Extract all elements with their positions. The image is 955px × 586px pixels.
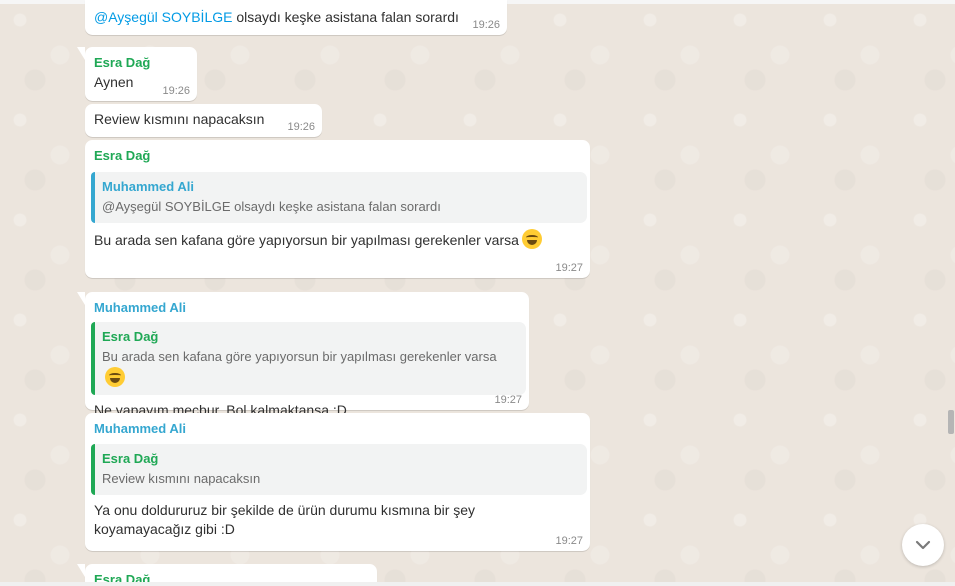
sender-name[interactable]: Esra Dağ bbox=[94, 53, 190, 73]
message-time: 19:27 bbox=[555, 262, 583, 274]
quoted-sender: Muhammed Ali bbox=[102, 179, 194, 194]
message-bubble[interactable]: Muhammed Ali Esra Dağ Bu arada sen kafan… bbox=[77, 292, 529, 418]
quoted-body: Bu arada sen kafana göre yapıyorsun bir … bbox=[102, 349, 497, 364]
sender-name[interactable]: Muhammed Ali bbox=[94, 419, 583, 439]
scrollbar-thumb[interactable] bbox=[948, 410, 954, 434]
face-with-tears-of-joy-icon bbox=[105, 367, 125, 387]
quoted-sender: Esra Dağ bbox=[102, 329, 159, 344]
scrollbar[interactable] bbox=[947, 0, 955, 586]
face-with-tears-of-joy-icon bbox=[521, 229, 542, 249]
message-time: 19:27 bbox=[494, 394, 522, 406]
chevron-down-icon bbox=[915, 540, 931, 550]
quoted-message[interactable]: Esra Dağ Review kısmını napacaksın bbox=[91, 444, 587, 495]
message-text: Review kısmını napacaksın bbox=[94, 111, 265, 127]
message-text: @Ayşegül SOYBİLGE olsaydı keşke asistana… bbox=[94, 6, 500, 27]
message-time: 19:27 bbox=[555, 535, 583, 547]
mention-link[interactable]: @Ayşegül SOYBİLGE bbox=[94, 9, 232, 25]
message-time: 19:26 bbox=[287, 121, 315, 133]
quoted-text: Review kısmını napacaksın bbox=[102, 471, 261, 486]
message-bubble[interactable]: Esra Dağ Muhammed Ali @Ayşegül SOYBİLGE … bbox=[85, 140, 590, 278]
quoted-text: Bu arada sen kafana göre yapıyorsun bir … bbox=[102, 347, 516, 389]
message-text: Bu arada sen kafana göre yapıyorsun bir … bbox=[94, 229, 583, 250]
message-body: olsaydı keşke asistana falan sorardı bbox=[232, 9, 459, 25]
quoted-message[interactable]: Esra Dağ Bu arada sen kafana göre yapıyo… bbox=[91, 322, 526, 395]
message-bubble[interactable]: @Ayşegül SOYBİLGE olsaydı keşke asistana… bbox=[85, 0, 507, 35]
message-text: Ya onu doldururuz bir şekilde de ürün du… bbox=[94, 502, 476, 537]
quoted-sender: Esra Dağ bbox=[102, 451, 159, 466]
quoted-message[interactable]: Muhammed Ali @Ayşegül SOYBİLGE olsaydı k… bbox=[91, 172, 587, 223]
message-bubble[interactable]: Muhammed Ali Esra Dağ Review kısmını nap… bbox=[85, 413, 590, 551]
sender-name[interactable]: Esra Dağ bbox=[94, 146, 583, 166]
bottom-divider bbox=[0, 582, 955, 586]
message-time: 19:26 bbox=[472, 19, 500, 31]
message-body: Bu arada sen kafana göre yapıyorsun bir … bbox=[94, 232, 519, 248]
message-bubble[interactable]: Esra Dağ Aynen 19:26 bbox=[77, 47, 197, 101]
message-time: 19:26 bbox=[162, 85, 190, 97]
sender-name[interactable]: Muhammed Ali bbox=[94, 298, 522, 318]
message-bubble[interactable]: Review kısmını napacaksın 19:26 bbox=[85, 104, 322, 137]
quoted-text: @Ayşegül SOYBİLGE olsaydı keşke asistana… bbox=[102, 199, 441, 214]
scroll-to-bottom-button[interactable] bbox=[902, 524, 944, 566]
